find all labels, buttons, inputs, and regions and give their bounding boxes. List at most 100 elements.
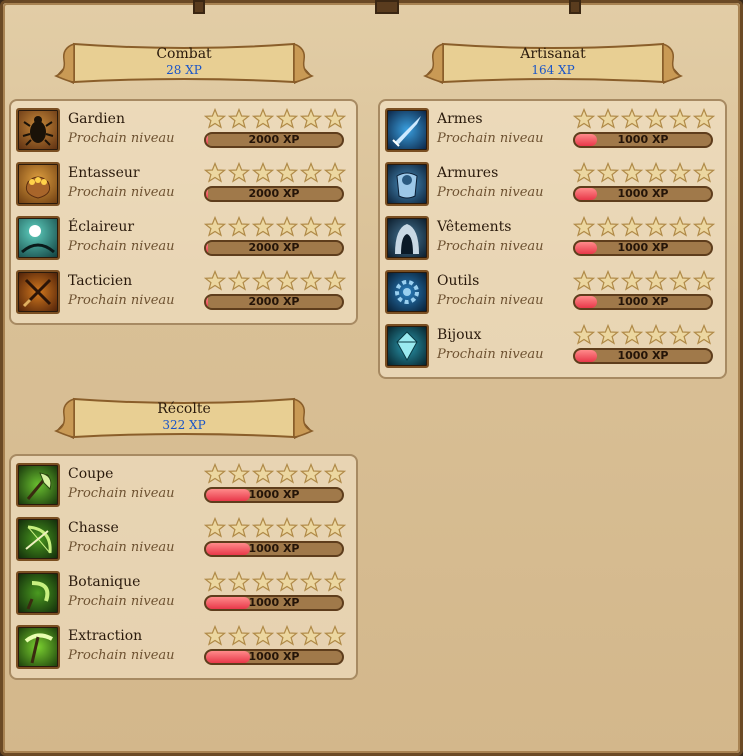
skill-row-gardien[interactable]: Gardien Prochain niveau 2000 XP <box>16 107 347 154</box>
section-xp: 164 XP <box>531 63 575 77</box>
scout-moon-icon <box>16 216 60 260</box>
star-rating <box>203 624 347 647</box>
section-xp: 322 XP <box>162 418 206 432</box>
skill-row-bijoux[interactable]: Bijoux Prochain niveau 1000 XP <box>385 323 716 370</box>
star-icon <box>251 624 275 647</box>
star-icon <box>692 269 716 292</box>
xp-progress-bar: 1000 XP <box>573 348 713 364</box>
skill-row-outils[interactable]: Outils Prochain niveau 1000 XP <box>385 269 716 316</box>
star-icon <box>299 215 323 238</box>
section-title: Récolte <box>157 401 211 417</box>
xp-required-label: 1000 XP <box>248 650 300 663</box>
star-icon <box>203 215 227 238</box>
xp-progress-bar: 2000 XP <box>204 240 344 256</box>
xp-required-label: 2000 XP <box>248 295 300 308</box>
star-rating <box>203 269 347 292</box>
artisanat-banner: Artisanat 164 XP <box>421 36 685 92</box>
star-icon <box>251 269 275 292</box>
star-icon <box>596 107 620 130</box>
star-icon <box>251 215 275 238</box>
star-rating <box>203 516 347 539</box>
xp-required-label: 2000 XP <box>248 241 300 254</box>
sickle-icon <box>16 571 60 615</box>
xp-required-label: 1000 XP <box>617 187 669 200</box>
star-icon <box>620 107 644 130</box>
star-icon <box>323 516 347 539</box>
star-icon <box>572 215 596 238</box>
star-rating <box>572 161 716 184</box>
next-level-label: Prochain niveau <box>68 594 175 609</box>
skill-row-coupe[interactable]: Coupe Prochain niveau 1000 XP <box>16 462 347 509</box>
star-icon <box>227 516 251 539</box>
bow-icon <box>16 517 60 561</box>
star-icon <box>227 161 251 184</box>
skill-row-entasseur[interactable]: Entasseur Prochain niveau 2000 XP <box>16 161 347 208</box>
xp-required-label: 1000 XP <box>248 542 300 555</box>
star-icon <box>203 462 227 485</box>
star-icon <box>323 269 347 292</box>
xp-progress-bar: 2000 XP <box>204 186 344 202</box>
skill-row-eclaireur[interactable]: Éclaireur Prochain niveau 2000 XP <box>16 215 347 262</box>
next-level-label: Prochain niveau <box>68 648 175 663</box>
next-level-label: Prochain niveau <box>68 185 175 200</box>
xp-progress-bar: 1000 XP <box>573 132 713 148</box>
star-icon <box>275 161 299 184</box>
next-level-label: Prochain niveau <box>437 239 544 254</box>
star-icon <box>644 161 668 184</box>
star-icon <box>692 323 716 346</box>
star-icon <box>323 107 347 130</box>
star-icon <box>275 516 299 539</box>
xp-progress-bar: 2000 XP <box>204 132 344 148</box>
star-icon <box>299 161 323 184</box>
skill-name: Armures <box>437 165 499 181</box>
skill-row-armures[interactable]: Armures Prochain niveau 1000 XP <box>385 161 716 208</box>
combat-banner: Combat 28 XP <box>52 36 316 92</box>
star-icon <box>227 570 251 593</box>
star-icon <box>692 215 716 238</box>
star-icon <box>227 107 251 130</box>
skill-name: Botanique <box>68 574 141 590</box>
next-level-label: Prochain niveau <box>68 293 175 308</box>
star-icon <box>644 323 668 346</box>
star-icon <box>644 215 668 238</box>
star-icon <box>251 462 275 485</box>
next-level-label: Prochain niveau <box>437 293 544 308</box>
skill-row-extraction[interactable]: Extraction Prochain niveau 1000 XP <box>16 624 347 671</box>
star-rating <box>572 107 716 130</box>
skill-name: Vêtements <box>437 219 512 235</box>
xp-progress-bar: 1000 XP <box>204 595 344 611</box>
star-icon <box>596 269 620 292</box>
star-icon <box>227 462 251 485</box>
star-icon <box>203 570 227 593</box>
star-icon <box>620 215 644 238</box>
star-icon <box>251 161 275 184</box>
star-icon <box>299 516 323 539</box>
xp-required-label: 1000 XP <box>617 349 669 362</box>
star-icon <box>251 570 275 593</box>
star-icon <box>323 624 347 647</box>
skill-row-vetements[interactable]: Vêtements Prochain niveau 1000 XP <box>385 215 716 262</box>
star-icon <box>668 161 692 184</box>
star-icon <box>644 269 668 292</box>
skill-row-armes[interactable]: Armes Prochain niveau 1000 XP <box>385 107 716 154</box>
window-tab-divider <box>193 0 205 14</box>
section-title: Artisanat <box>520 46 586 62</box>
star-icon <box>596 323 620 346</box>
recolte-banner: Récolte 322 XP <box>52 391 316 447</box>
star-icon <box>323 215 347 238</box>
xp-progress-bar: 1000 XP <box>573 240 713 256</box>
star-icon <box>596 161 620 184</box>
star-icon <box>299 624 323 647</box>
skill-row-chasse[interactable]: Chasse Prochain niveau 1000 XP <box>16 516 347 563</box>
skill-row-botanique[interactable]: Botanique Prochain niveau 1000 XP <box>16 570 347 617</box>
star-icon <box>323 570 347 593</box>
skill-row-tacticien[interactable]: Tacticien Prochain niveau 2000 XP <box>16 269 347 316</box>
hood-icon <box>385 216 429 260</box>
window-tab-divider <box>375 0 399 14</box>
star-icon <box>572 107 596 130</box>
star-icon <box>668 323 692 346</box>
star-icon <box>299 269 323 292</box>
star-rating <box>203 161 347 184</box>
star-icon <box>620 269 644 292</box>
gear-icon <box>385 270 429 314</box>
